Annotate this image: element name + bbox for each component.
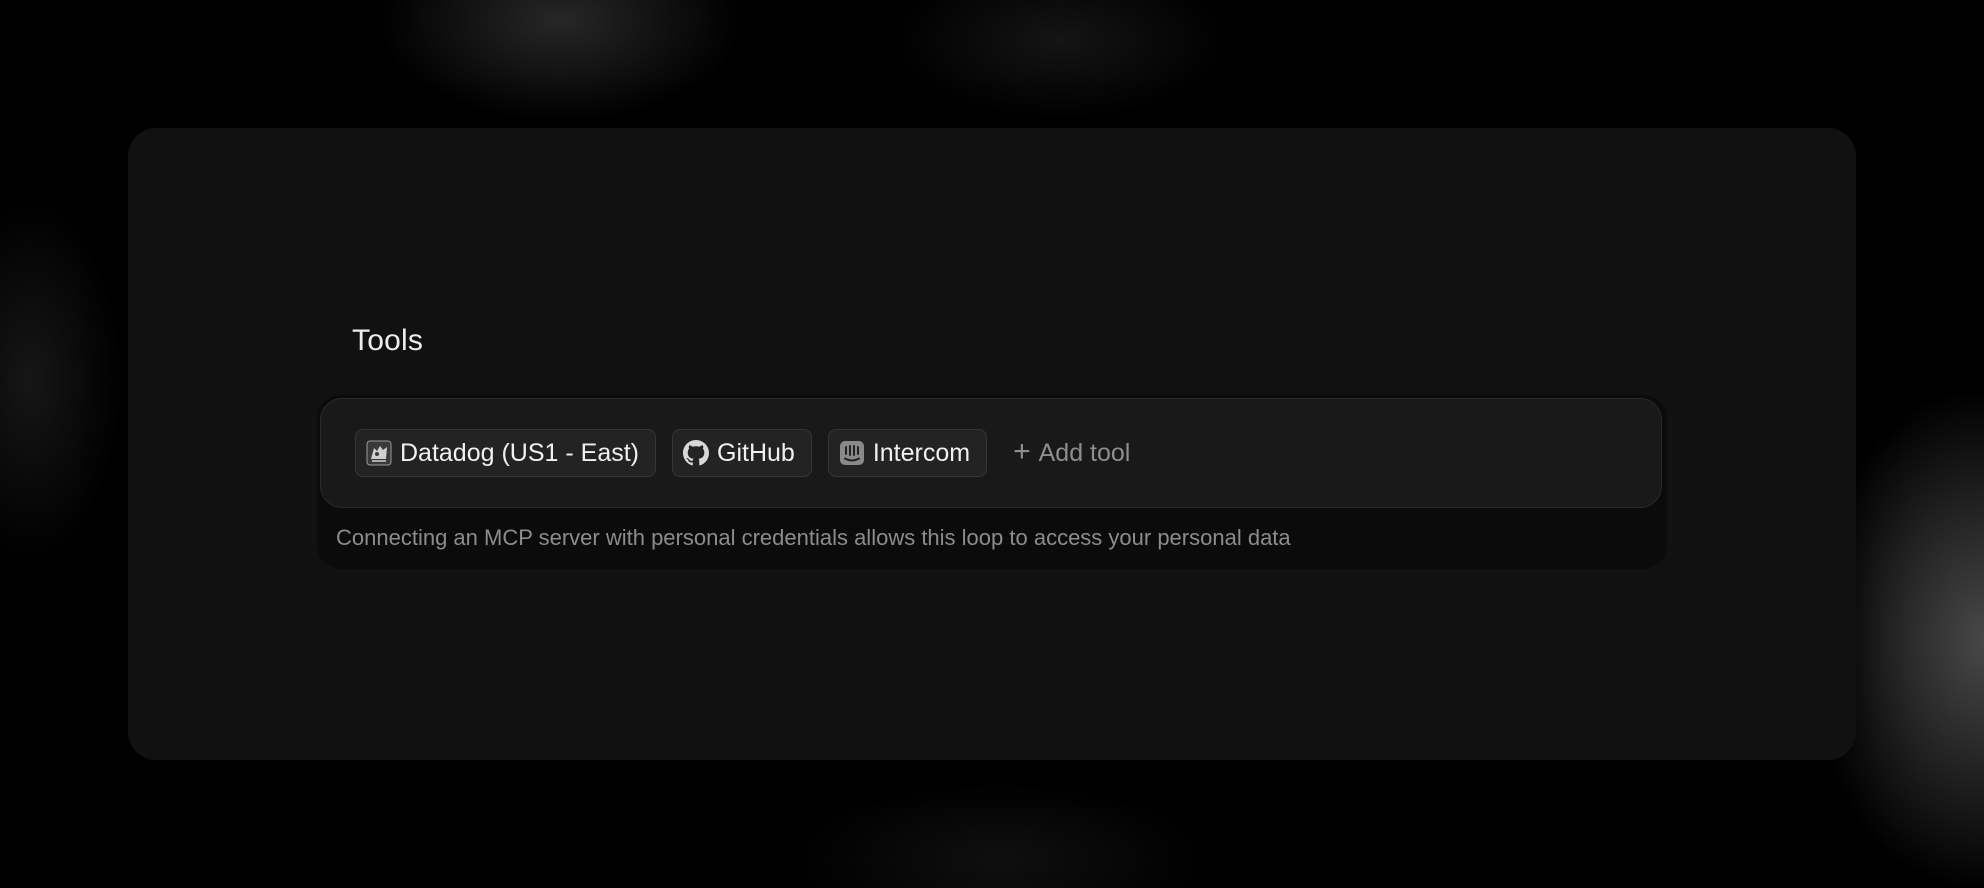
tools-container: Datadog (US1 - East) GitHub Intercom + A…: [317, 395, 1667, 569]
intercom-icon: [839, 440, 865, 466]
datadog-icon: [366, 440, 392, 466]
tools-box: Datadog (US1 - East) GitHub Intercom + A…: [320, 398, 1662, 508]
tool-chip-intercom[interactable]: Intercom: [827, 429, 988, 477]
tool-chip-datadog[interactable]: Datadog (US1 - East): [355, 429, 656, 477]
tool-chip-label: GitHub: [717, 438, 795, 467]
add-tool-label: Add tool: [1038, 438, 1131, 467]
tool-chip-list: Datadog (US1 - East) GitHub Intercom + A…: [355, 429, 1140, 477]
add-tool-button[interactable]: + Add tool: [1003, 429, 1140, 477]
tool-chip-label: Intercom: [872, 438, 971, 467]
plus-icon: +: [1013, 434, 1031, 468]
personal-credentials-hint: Connecting an MCP server with personal c…: [336, 525, 1291, 550]
github-icon: [683, 440, 709, 466]
tool-chip-label: Datadog (US1 - East): [400, 438, 639, 467]
section-title-tools: Tools: [352, 324, 424, 357]
tool-chip-github[interactable]: GitHub: [672, 429, 812, 477]
